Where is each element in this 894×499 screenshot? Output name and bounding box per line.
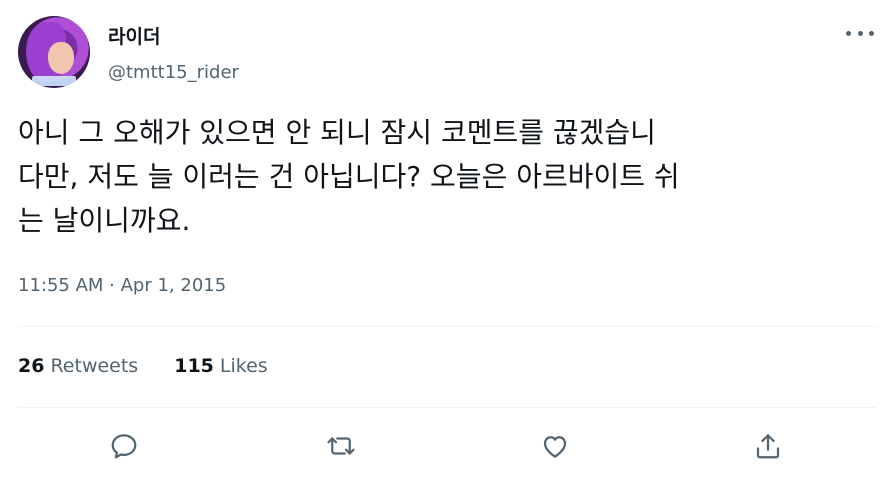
retweet-button[interactable] xyxy=(323,428,359,464)
likes-count: 115 xyxy=(174,355,214,377)
retweets-count: 26 xyxy=(18,355,45,377)
more-dot xyxy=(846,30,851,36)
display-name[interactable]: 라이더 xyxy=(108,25,160,49)
user-handle[interactable]: @tmtt15_rider xyxy=(108,61,239,85)
more-dot xyxy=(857,30,863,36)
reply-button[interactable] xyxy=(106,428,142,464)
avatar[interactable] xyxy=(18,16,90,88)
retweets-label: Retweets xyxy=(50,355,139,377)
heart-icon xyxy=(543,436,567,458)
tweet-text: 아니 그 오해가 있으면 안 되니 잠시 코멘트를 끊겠습니 다만, 저도 늘 … xyxy=(18,116,680,237)
retweets-stat[interactable]: 26 Retweets xyxy=(18,355,138,377)
avatar-tag xyxy=(32,76,76,86)
like-button[interactable] xyxy=(537,428,573,464)
likes-stat[interactable]: 115 Likes xyxy=(174,355,267,377)
share-icon xyxy=(756,434,780,459)
tweet-timestamp[interactable]: 11:55 AM · Apr 1, 2015 xyxy=(18,275,226,296)
more-dot xyxy=(869,30,874,36)
engagement-stats: 26 Retweets 115 Likes xyxy=(18,355,268,377)
retweet-icon xyxy=(327,437,355,455)
reply-icon xyxy=(111,434,137,459)
more-options-icon[interactable] xyxy=(846,22,874,44)
share-button[interactable] xyxy=(750,428,786,464)
divider xyxy=(18,326,876,327)
avatar-face xyxy=(48,42,74,74)
likes-label: Likes xyxy=(219,355,268,377)
divider xyxy=(18,407,876,408)
